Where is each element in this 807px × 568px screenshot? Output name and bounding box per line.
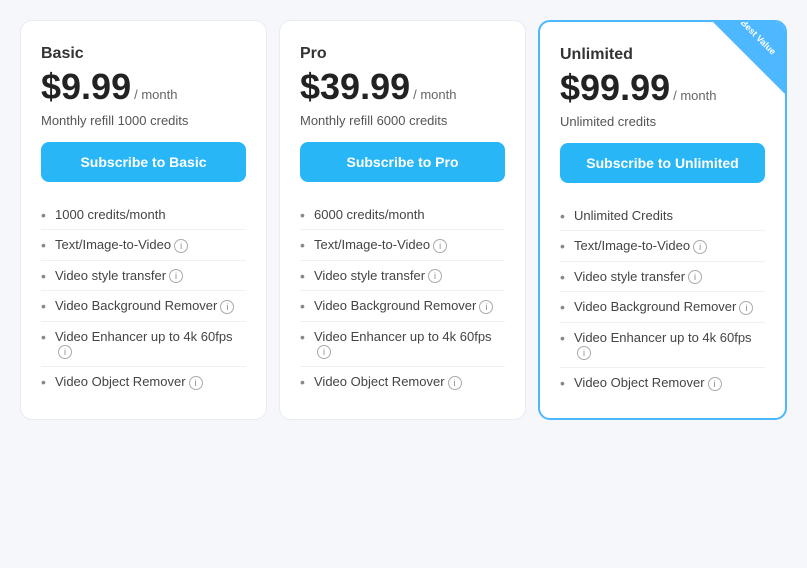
feature-item: Video style transferi: [560, 262, 765, 293]
feature-item: Text/Image-to-Videoi: [300, 230, 505, 261]
feature-item: Video Enhancer up to 4k 60fpsi: [560, 323, 765, 369]
subscribe-button-pro[interactable]: Subscribe to Pro: [300, 142, 505, 182]
info-icon[interactable]: i: [189, 376, 203, 390]
features-list: Unlimited Credits Text/Image-to-Videoi V…: [560, 201, 765, 398]
feature-item: Video style transferi: [300, 261, 505, 292]
info-icon[interactable]: i: [577, 346, 591, 360]
price-period: / month: [134, 87, 177, 102]
info-icon[interactable]: i: [428, 269, 442, 283]
info-icon[interactable]: i: [708, 377, 722, 391]
pricing-container: Basic $9.99 / month Monthly refill 1000 …: [10, 10, 797, 430]
price-amount: $99.99: [560, 70, 670, 106]
info-icon[interactable]: i: [220, 300, 234, 314]
info-icon[interactable]: i: [739, 301, 753, 315]
info-icon[interactable]: i: [688, 270, 702, 284]
info-icon[interactable]: i: [479, 300, 493, 314]
feature-item: Unlimited Credits: [560, 201, 765, 231]
info-icon[interactable]: i: [169, 269, 183, 283]
best-value-badge: Best Value: [713, 22, 785, 94]
feature-item: Video Object Removeri: [300, 367, 505, 397]
feature-item: Video Background Removeri: [41, 291, 246, 322]
feature-item: 1000 credits/month: [41, 200, 246, 230]
best-value-text: Best Value: [737, 22, 780, 59]
info-icon[interactable]: i: [317, 345, 331, 359]
info-icon[interactable]: i: [174, 239, 188, 253]
features-list: 1000 credits/month Text/Image-to-Videoi …: [41, 200, 246, 397]
info-icon[interactable]: i: [433, 239, 447, 253]
feature-item: 6000 credits/month: [300, 200, 505, 230]
feature-item: Text/Image-to-Videoi: [41, 230, 246, 261]
feature-item: Video style transferi: [41, 261, 246, 292]
info-icon[interactable]: i: [693, 240, 707, 254]
feature-item: Video Enhancer up to 4k 60fpsi: [41, 322, 246, 368]
price-period: / month: [673, 88, 716, 103]
plan-price: $9.99 / month: [41, 69, 246, 105]
info-icon[interactable]: i: [448, 376, 462, 390]
plan-credits-info: Monthly refill 1000 credits: [41, 113, 246, 128]
subscribe-button-basic[interactable]: Subscribe to Basic: [41, 142, 246, 182]
feature-item: Video Object Removeri: [41, 367, 246, 397]
feature-item: Video Background Removeri: [300, 291, 505, 322]
subscribe-button-unlimited[interactable]: Subscribe to Unlimited: [560, 143, 765, 183]
price-amount: $39.99: [300, 69, 410, 105]
plan-price: $39.99 / month: [300, 69, 505, 105]
feature-item: Video Enhancer up to 4k 60fpsi: [300, 322, 505, 368]
plan-name: Pro: [300, 45, 505, 63]
info-icon[interactable]: i: [58, 345, 72, 359]
feature-item: Video Object Removeri: [560, 368, 765, 398]
features-list: 6000 credits/month Text/Image-to-Videoi …: [300, 200, 505, 397]
plan-credits-info: Monthly refill 6000 credits: [300, 113, 505, 128]
plan-card-pro: Pro $39.99 / month Monthly refill 6000 c…: [279, 20, 526, 420]
plan-credits-info: Unlimited credits: [560, 114, 765, 129]
feature-item: Text/Image-to-Videoi: [560, 231, 765, 262]
plan-card-unlimited: Best Value Unlimited $99.99 / month Unli…: [538, 20, 787, 420]
feature-item: Video Background Removeri: [560, 292, 765, 323]
price-amount: $9.99: [41, 69, 131, 105]
price-period: / month: [413, 87, 456, 102]
plan-name: Basic: [41, 45, 246, 63]
plan-card-basic: Basic $9.99 / month Monthly refill 1000 …: [20, 20, 267, 420]
